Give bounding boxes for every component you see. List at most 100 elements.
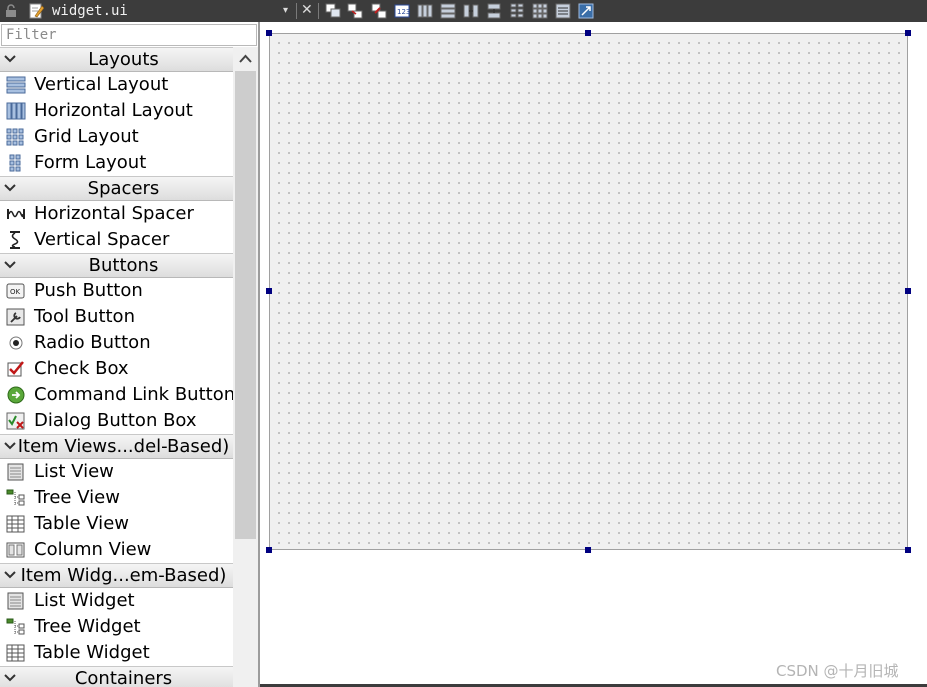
layout-horizontal-splitter-icon[interactable] (463, 3, 479, 19)
widget-item-label: Check Box (34, 358, 129, 379)
widget-item-label: Push Button (34, 280, 143, 301)
edit-widgets-icon[interactable] (325, 3, 341, 19)
widget-item-form-layout[interactable]: Form Layout (0, 150, 233, 176)
scroll-up-arrow-icon[interactable] (233, 47, 258, 71)
widget-item-tree-widget[interactable]: Tree Widget (0, 614, 233, 640)
category-buttons[interactable]: Buttons (0, 253, 233, 278)
layout-horizontal-icon[interactable] (417, 3, 433, 19)
widget-item-vertical-layout[interactable]: Vertical Layout (0, 72, 233, 98)
widget-item-push-button[interactable]: OK Push Button (0, 278, 233, 304)
edit-buddies-icon[interactable] (371, 3, 387, 19)
widget-item-vertical-spacer[interactable]: Vertical Spacer (0, 227, 233, 253)
dialog-button-box-icon (6, 412, 25, 430)
layout-grid-icon[interactable] (532, 3, 548, 19)
category-label: Item Views...del-Based) (17, 436, 230, 457)
layout-vertical-icon[interactable] (440, 3, 456, 19)
widget-item-table-view[interactable]: Table View (0, 511, 233, 537)
widget-item-dialog-button-box[interactable]: Dialog Button Box (0, 408, 233, 434)
tree-widget-icon (6, 618, 25, 635)
column-view-icon (6, 542, 25, 558)
ui-file-icon (29, 3, 44, 19)
chevron-down-icon (4, 674, 16, 682)
category-label: Item Widg...em-Based) (20, 565, 227, 586)
resize-handle-right[interactable] (905, 288, 911, 294)
widget-item-label: Tree Widget (34, 616, 141, 637)
widget-item-tree-view[interactable]: Tree View (0, 485, 233, 511)
widget-item-radio-button[interactable]: Radio Button (0, 330, 233, 356)
form-canvas[interactable] (269, 33, 908, 550)
table-widget-icon (6, 644, 25, 662)
category-item-widgets[interactable]: Item Widg...em-Based) (0, 563, 233, 588)
resize-handle-top-left[interactable] (266, 30, 272, 36)
list-view-icon (7, 463, 24, 481)
widget-item-horizontal-layout[interactable]: Horizontal Layout (0, 98, 233, 124)
widget-item-horizontal-spacer[interactable]: Horizontal Spacer (0, 201, 233, 227)
edit-tab-order-icon[interactable]: 123 (394, 3, 410, 19)
resize-handle-bottom-left[interactable] (266, 547, 272, 553)
category-item-views[interactable]: Item Views...del-Based) (0, 434, 233, 459)
table-view-icon (6, 515, 25, 533)
widget-item-label: List View (34, 461, 114, 482)
file-title[interactable]: widget.ui (52, 2, 128, 20)
widget-item-table-widget[interactable]: Table Widget (0, 640, 233, 666)
toolbar-separator (318, 3, 319, 19)
horizontal-spacer-icon (7, 209, 25, 219)
layout-form-icon[interactable] (509, 3, 525, 19)
widget-item-label: Vertical Spacer (34, 229, 170, 250)
layout-vertical-splitter-icon[interactable] (486, 3, 502, 19)
widget-item-label: Command Link Button (34, 384, 236, 405)
adjust-size-icon[interactable] (578, 3, 594, 19)
resize-handle-bottom-right[interactable] (905, 547, 911, 553)
chevron-down-icon (4, 442, 16, 450)
widget-item-column-view[interactable]: Column View (0, 537, 233, 563)
widget-item-list-view[interactable]: List View (0, 459, 233, 485)
widget-item-list-widget[interactable]: List Widget (0, 588, 233, 614)
break-layout-icon[interactable] (555, 3, 571, 19)
widget-item-check-box[interactable]: Check Box (0, 356, 233, 382)
widget-item-label: Dialog Button Box (34, 410, 197, 431)
scrollbar-thumb[interactable] (235, 71, 256, 539)
resize-handle-left[interactable] (266, 288, 272, 294)
form-layout-icon (9, 154, 21, 172)
chevron-down-icon (4, 571, 16, 579)
vertical-layout-icon (6, 76, 26, 94)
tool-button-icon (6, 308, 25, 326)
widget-item-label: Horizontal Layout (34, 100, 193, 121)
widget-item-label: Tool Button (34, 306, 135, 327)
widget-item-tool-button[interactable]: Tool Button (0, 304, 233, 330)
widget-item-label: List Widget (34, 590, 135, 611)
category-containers[interactable]: Containers (0, 666, 233, 687)
resize-handle-bottom[interactable] (585, 547, 591, 553)
list-widget-icon (7, 592, 24, 610)
widget-item-label: Horizontal Spacer (34, 203, 194, 224)
widget-item-grid-layout[interactable]: Grid Layout (0, 124, 233, 150)
widget-item-label: Table Widget (34, 642, 150, 663)
category-label: Spacers (87, 178, 160, 199)
widget-box-scrollbar[interactable] (233, 47, 258, 687)
category-layouts[interactable]: Layouts (0, 47, 233, 72)
widget-item-label: Form Layout (34, 152, 147, 173)
widget-item-label: Table View (34, 513, 129, 534)
widget-item-command-link-button[interactable]: Command Link Button (0, 382, 236, 408)
widget-item-label: Grid Layout (34, 126, 139, 147)
horizontal-layout-icon (6, 102, 26, 120)
chevron-down-icon (4, 55, 16, 63)
filter-input[interactable] (1, 24, 257, 46)
category-spacers[interactable]: Spacers (0, 176, 233, 201)
svg-text:123: 123 (397, 8, 410, 16)
edit-signals-slots-icon[interactable] (347, 3, 363, 19)
widget-box-panel: Layouts Vertical Layout Horizontal Layou… (0, 22, 258, 687)
push-button-icon: OK (6, 283, 25, 299)
tree-view-icon (6, 489, 25, 506)
file-dropdown-button[interactable]: ▾ (283, 4, 288, 18)
resize-handle-top-right[interactable] (905, 30, 911, 36)
check-box-icon (7, 361, 24, 377)
category-label: Containers (74, 668, 173, 687)
toolbar-separator (296, 3, 297, 19)
svg-text:OK: OK (10, 288, 21, 296)
close-file-button[interactable]: ✕ (301, 2, 313, 18)
category-label: Buttons (88, 255, 159, 276)
command-link-icon (7, 386, 25, 404)
resize-handle-top[interactable] (585, 30, 591, 36)
vertical-spacer-icon (10, 231, 20, 249)
